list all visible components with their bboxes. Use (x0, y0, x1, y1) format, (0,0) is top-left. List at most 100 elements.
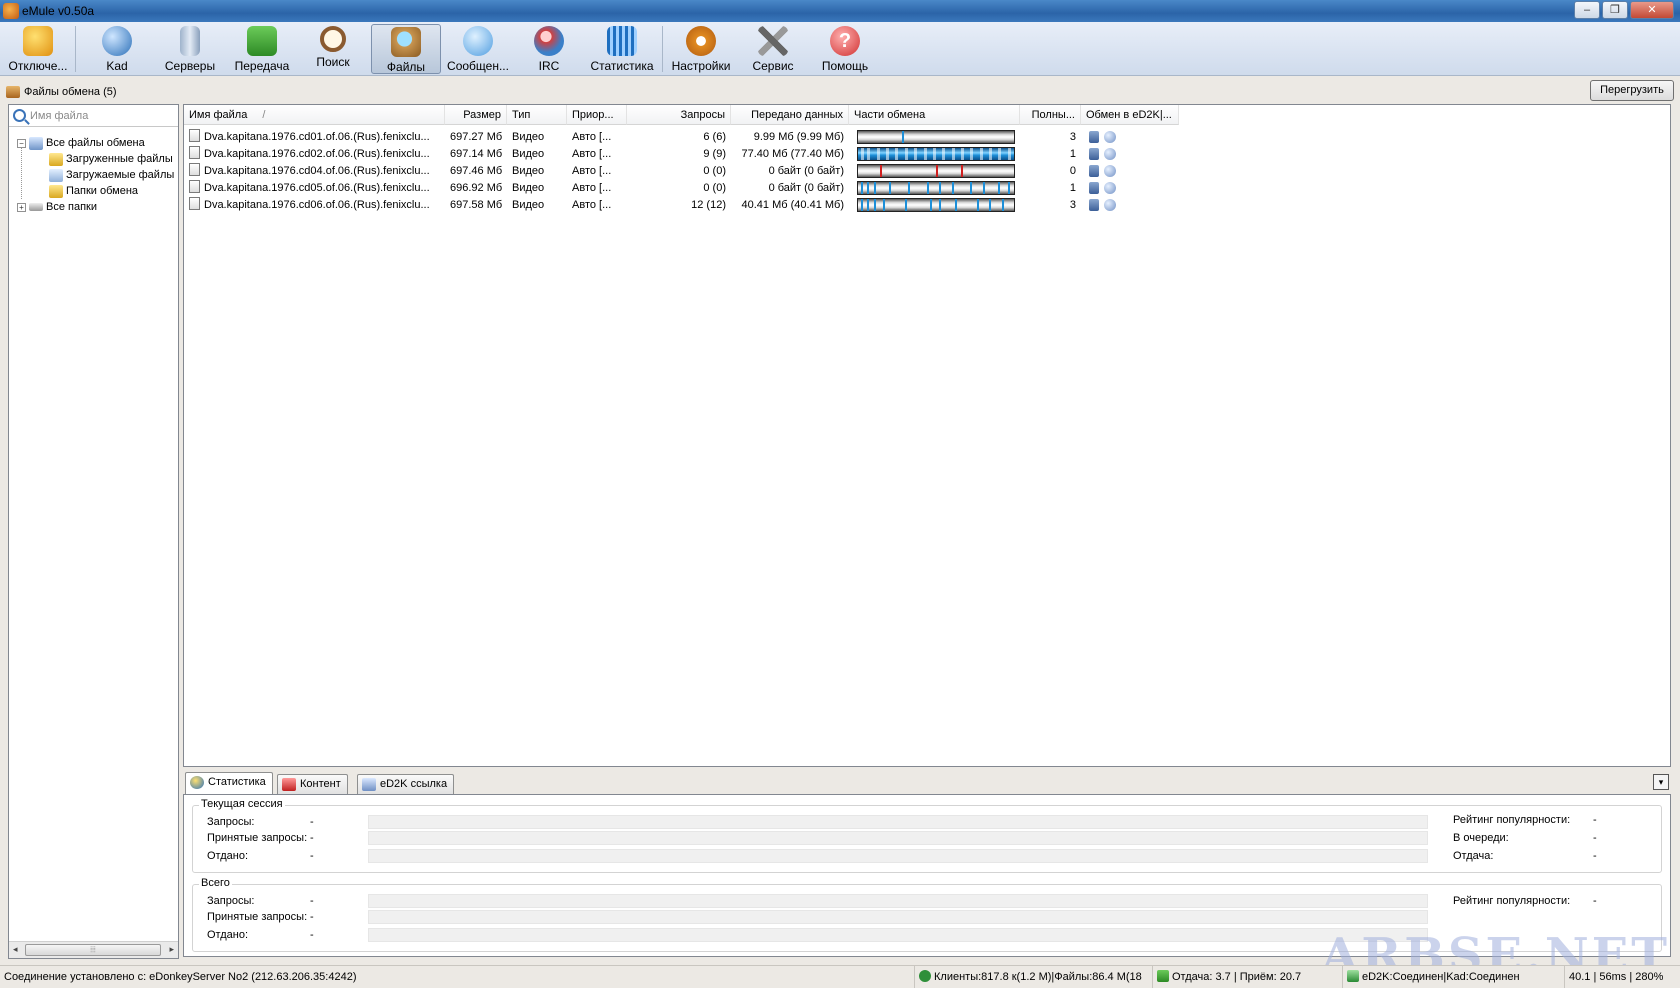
status-clients: Клиенты:817.8 к(1.2 М)|Файлы:86.4 М(18 (914, 966, 1152, 988)
part-segment (976, 199, 979, 211)
cell-type: Видео (512, 182, 545, 194)
collapse-toggle[interactable]: − (17, 138, 26, 148)
part-segment (998, 182, 1001, 194)
tree-item-all-folders[interactable]: + Все папки (17, 199, 97, 215)
table-row[interactable]: Dva.kapitana.1976.cd02.of.06.(Rus).fenix… (184, 146, 1364, 162)
part-segment (951, 182, 954, 194)
toolbar-tools-button[interactable]: Сервис (740, 24, 806, 74)
users-icon (919, 970, 931, 982)
column-header-size[interactable]: Размер (445, 105, 507, 125)
tree-item-shared-folders[interactable]: Папки обмена (49, 183, 138, 199)
column-header-transferred[interactable]: Передано данных (731, 105, 849, 125)
parts-bar (857, 198, 1015, 212)
toolbar-messages-button[interactable]: Сообщен... (444, 24, 512, 74)
part-segment (867, 182, 870, 194)
part-segment (861, 182, 864, 194)
horizontal-scrollbar[interactable]: ◂ ⦙⦙⦙ ▸ (9, 941, 178, 958)
minimize-button[interactable]: – (1574, 1, 1600, 19)
part-segment (939, 182, 942, 194)
tree-item-all-shared[interactable]: − Все файлы обмена (17, 135, 145, 151)
table-row[interactable]: Dva.kapitana.1976.cd06.of.06.(Rus).fenix… (184, 197, 1364, 213)
toolbar-search-button[interactable]: Поиск (300, 24, 366, 74)
stat-value: - (310, 850, 314, 862)
part-segment (907, 182, 910, 194)
column-header-ed2k[interactable]: Обмен в eD2K|... (1081, 105, 1179, 125)
cell-type: Видео (512, 165, 545, 177)
scroll-right-arrow[interactable]: ▸ (169, 944, 174, 955)
tree-item-downloaded[interactable]: Загруженные файлы (49, 151, 173, 167)
stat-label: Отдано: (207, 850, 249, 862)
cell-complete-sources: 0 (1069, 165, 1076, 177)
ed2k-shared-icon (1089, 182, 1099, 194)
toolbar-transfer-button[interactable]: Передача (228, 24, 296, 74)
cell-file-name: Dva.kapitana.1976.cd01.of.06.(Rus).fenix… (184, 129, 445, 145)
toolbar-kad-button[interactable]: Kad (84, 24, 150, 74)
toolbar-irc-button[interactable]: IRC (516, 24, 582, 74)
column-header-parts[interactable]: Части обмена (849, 105, 1020, 125)
part-segment (989, 199, 992, 211)
kad-published-icon (1104, 131, 1116, 143)
cell-priority: Авто [... (572, 199, 612, 211)
tab-ed2k-link[interactable]: eD2K ссылка (357, 774, 455, 794)
expand-toggle[interactable]: + (17, 202, 26, 212)
table-row[interactable]: Dva.kapitana.1976.cd04.of.06.(Rus).fenix… (184, 163, 1364, 179)
cell-size: 697.14 Мб (450, 148, 503, 160)
toolbar-separator (662, 26, 663, 72)
parts-bar (857, 130, 1015, 144)
cell-transferred: 0 байт (0 байт) (768, 165, 844, 177)
column-header-requests[interactable]: Запросы (627, 105, 731, 125)
column-header-name[interactable]: Имя файла / (184, 105, 445, 125)
part-segment (982, 182, 985, 194)
shared-files-tree-panel: Имя файла − Все файлы обмена Загруженные… (8, 104, 179, 959)
toolbar-disconnect-button[interactable]: Отключе... (4, 24, 72, 74)
tab-statistics[interactable]: Статистика (185, 772, 273, 794)
toolbar-settings-button[interactable]: Настройки (668, 24, 734, 74)
stat-label: В очереди: (1453, 832, 1509, 844)
file-name-filter[interactable]: Имя файла (9, 105, 178, 127)
all-shared-icon (29, 136, 43, 150)
stat-bar (368, 910, 1428, 924)
settings-gear-icon (686, 26, 716, 56)
part-segment (960, 148, 964, 160)
toolbar-statistics-button[interactable]: Статистика (586, 24, 658, 74)
table-row[interactable]: Dva.kapitana.1976.cd01.of.06.(Rus).fenix… (184, 129, 1364, 145)
cell-complete-sources: 3 (1069, 131, 1076, 143)
collapse-details-button[interactable]: ▾ (1653, 774, 1669, 790)
toolbar-servers-button[interactable]: Серверы (156, 24, 224, 74)
column-header-type[interactable]: Тип (507, 105, 567, 125)
part-segment (1001, 199, 1004, 211)
part-segment (970, 182, 973, 194)
shared-files-list: Имя файла / Размер Тип Приор... Запросы … (183, 104, 1671, 767)
toolbar-help-button[interactable]: ? Помощь (812, 24, 878, 74)
toolbar-files-button[interactable]: Файлы (371, 24, 441, 74)
shared-files-header: Файлы обмена (5) (6, 82, 117, 102)
cell-size: 697.27 Мб (450, 131, 503, 143)
parts-bar (857, 181, 1015, 195)
stat-value: - (310, 911, 314, 923)
scroll-thumb[interactable]: ⦙⦙⦙ (25, 944, 161, 956)
tab-content[interactable]: Контент (277, 774, 348, 794)
filter-placeholder: Имя файла (30, 109, 89, 122)
cell-requests: 12 (12) (691, 199, 726, 211)
cell-file-name: Dva.kapitana.1976.cd02.of.06.(Rus).fenix… (184, 146, 445, 162)
cell-priority: Авто [... (572, 182, 612, 194)
scroll-left-arrow[interactable]: ◂ (13, 944, 18, 955)
parts-bar (857, 147, 1015, 161)
part-segment (914, 148, 918, 160)
kad-published-icon (1104, 165, 1116, 177)
cell-type: Видео (512, 199, 545, 211)
part-segment (1007, 182, 1010, 194)
stat-label: Запросы: (207, 895, 255, 907)
status-bar: Соединение установлено с: eDonkeyServer … (0, 965, 1680, 988)
maximize-button[interactable]: ❐ (1602, 1, 1628, 19)
part-segment (901, 131, 904, 143)
table-row[interactable]: Dva.kapitana.1976.cd05.of.06.(Rus).fenix… (184, 180, 1364, 196)
tree-item-downloading[interactable]: Загружаемые файлы (49, 167, 174, 183)
reload-button[interactable]: Перегрузить (1590, 80, 1674, 101)
close-button[interactable]: ✕ (1630, 1, 1674, 19)
search-icon (13, 109, 26, 122)
video-file-icon (189, 163, 200, 176)
column-header-complete[interactable]: Полны... (1020, 105, 1081, 125)
column-header-priority[interactable]: Приор... (567, 105, 627, 125)
part-segment (895, 148, 899, 160)
